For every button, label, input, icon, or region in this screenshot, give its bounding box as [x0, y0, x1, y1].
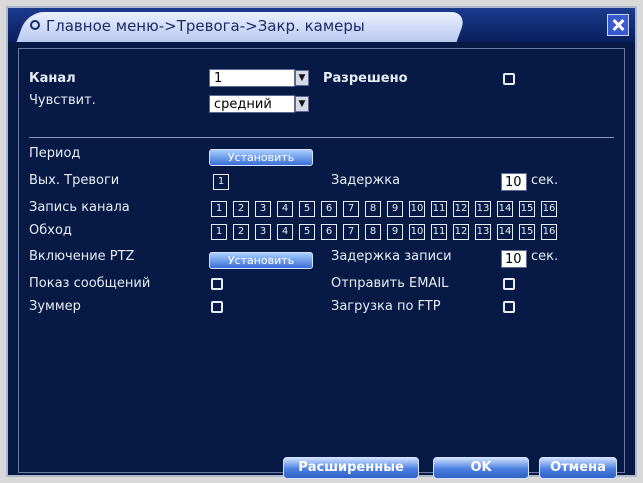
send-email-checkbox[interactable]: [503, 278, 515, 290]
record-channel-label: Запись канала: [29, 200, 130, 215]
record-channel-channel-14[interactable]: 14: [497, 201, 513, 217]
record-delay-input[interactable]: 10: [501, 250, 527, 268]
ptz-label: Включение PTZ: [29, 249, 135, 264]
delay-unit: сек.: [531, 173, 559, 188]
record-channel-channel-5[interactable]: 5: [299, 201, 315, 217]
channel-select[interactable]: 1: [209, 69, 295, 87]
record-channel-channel-7[interactable]: 7: [343, 201, 359, 217]
enabled-checkbox[interactable]: [503, 73, 515, 85]
dialog-window: Главное меню->Тревога->Закр. камеры Кана…: [6, 6, 637, 479]
tour-channel-2[interactable]: 2: [233, 224, 249, 240]
period-label: Период: [29, 146, 81, 161]
buzzer-checkbox[interactable]: [211, 301, 223, 313]
ptz-set-button[interactable]: Установить: [209, 252, 313, 269]
show-message-label: Показ сообщений: [29, 276, 151, 291]
close-button[interactable]: [607, 14, 629, 36]
tour-channel-14[interactable]: 14: [497, 224, 513, 240]
channel-label: Канал: [29, 71, 76, 86]
record-channel-channel-6[interactable]: 6: [321, 201, 337, 217]
record-channel-channel-8[interactable]: 8: [365, 201, 381, 217]
alarm-out-toggle[interactable]: 1: [213, 174, 229, 190]
advanced-button[interactable]: Расширенные: [283, 457, 419, 479]
divider: [29, 137, 614, 138]
tour-channel-5[interactable]: 5: [299, 224, 315, 240]
channel-dropdown-arrow-icon[interactable]: ▼: [295, 70, 309, 86]
cancel-button[interactable]: Отмена: [539, 457, 617, 479]
delay-label: Задержка: [331, 173, 401, 188]
record-channel-channel-10[interactable]: 10: [409, 201, 425, 217]
tour-channel-3[interactable]: 3: [255, 224, 271, 240]
buzzer-label: Зуммер: [29, 299, 81, 314]
period-set-button[interactable]: Установить: [209, 149, 313, 166]
record-channel-channel-1[interactable]: 1: [211, 201, 227, 217]
record-channel-channel-11[interactable]: 11: [431, 201, 447, 217]
show-message-checkbox[interactable]: [211, 278, 223, 290]
record-delay-unit: сек.: [531, 249, 559, 264]
record-channel-channel-9[interactable]: 9: [387, 201, 403, 217]
ftp-upload-label: Загрузка по FTP: [331, 299, 441, 314]
record-channel-channel-4[interactable]: 4: [277, 201, 293, 217]
record-channel-channel-13[interactable]: 13: [475, 201, 491, 217]
tour-label: Обход: [29, 223, 72, 238]
sensitivity-label: Чувствит.: [29, 93, 96, 108]
record-channel-channel-2[interactable]: 2: [233, 201, 249, 217]
title-bar: Главное меню->Тревога->Закр. камеры: [8, 8, 635, 42]
send-email-label: Отправить EMAIL: [331, 276, 449, 291]
tour-channel-10[interactable]: 10: [409, 224, 425, 240]
alarm-out-label: Вых. Тревоги: [29, 173, 120, 188]
title-bullet-icon: [30, 20, 40, 30]
ok-button[interactable]: OK: [433, 457, 529, 479]
tour-channel-11[interactable]: 11: [431, 224, 447, 240]
sensitivity-dropdown-arrow-icon[interactable]: ▼: [295, 96, 309, 112]
record-channel-channel-3[interactable]: 3: [255, 201, 271, 217]
record-delay-label: Задержка записи: [331, 249, 452, 264]
tour-channel-9[interactable]: 9: [387, 224, 403, 240]
delay-input[interactable]: 10: [501, 173, 527, 191]
record-channel-channel-16[interactable]: 16: [541, 201, 557, 217]
tour-channel-13[interactable]: 13: [475, 224, 491, 240]
enabled-label: Разрешено: [323, 71, 408, 86]
sensitivity-select[interactable]: средний: [209, 95, 295, 113]
record-channel-channel-12[interactable]: 12: [453, 201, 469, 217]
tour-channel-12[interactable]: 12: [453, 224, 469, 240]
tour-channel-15[interactable]: 15: [519, 224, 535, 240]
ftp-upload-checkbox[interactable]: [503, 301, 515, 313]
tour-channel-16[interactable]: 16: [541, 224, 557, 240]
settings-panel: Канал 1 ▼ Разрешено Чувствит. средний ▼ …: [18, 48, 625, 479]
breadcrumb: Главное меню->Тревога->Закр. камеры: [46, 17, 365, 35]
tour-channel-7[interactable]: 7: [343, 224, 359, 240]
tour-channel-8[interactable]: 8: [365, 224, 381, 240]
record-channel-channel-15[interactable]: 15: [519, 201, 535, 217]
tour-channel-4[interactable]: 4: [277, 224, 293, 240]
tour-channel-6[interactable]: 6: [321, 224, 337, 240]
tour-channel-1[interactable]: 1: [211, 224, 227, 240]
